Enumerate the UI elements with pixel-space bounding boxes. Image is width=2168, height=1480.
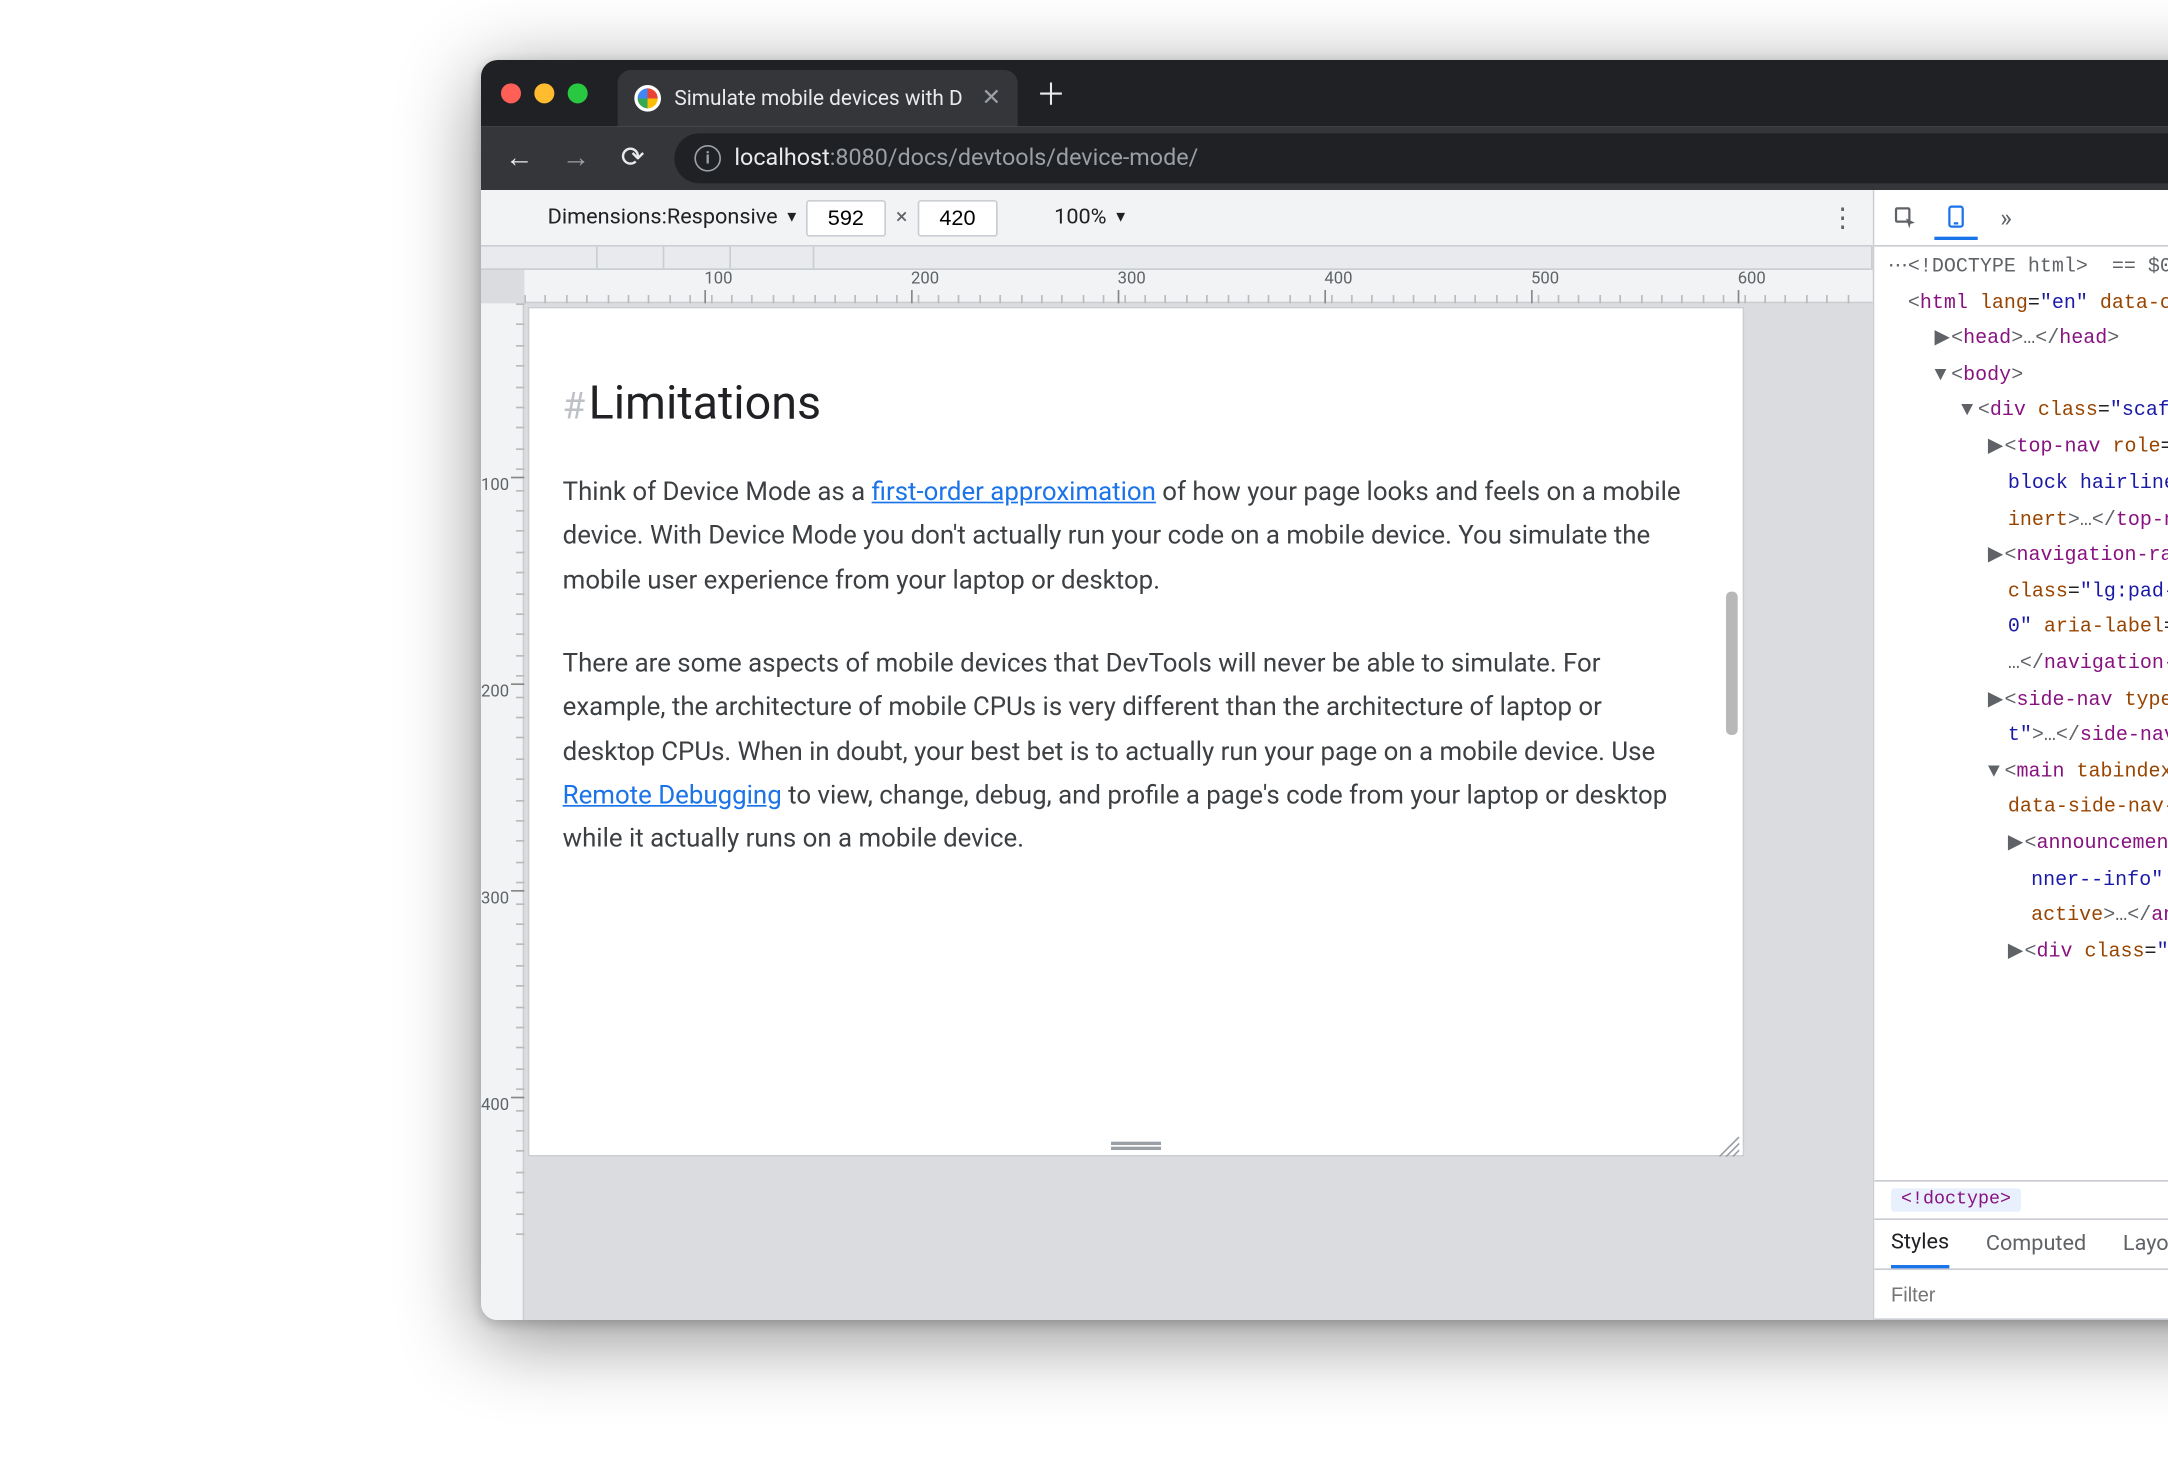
- page-heading: #Limitations: [563, 375, 1693, 430]
- new-tab-button[interactable]: ＋: [1028, 70, 1075, 117]
- page-paragraph: Think of Device Mode as a first-order ap…: [563, 470, 1693, 602]
- close-tab-icon[interactable]: ✕: [981, 85, 1001, 112]
- breadcrumb-item[interactable]: <!doctype>: [1891, 1188, 2021, 1211]
- more-tabs-icon[interactable]: »: [1984, 196, 2027, 239]
- resize-handle-corner-icon[interactable]: [1719, 1132, 1739, 1152]
- tab-styles[interactable]: Styles: [1891, 1220, 1949, 1268]
- resize-handle-bottom-icon[interactable]: [1111, 1142, 1161, 1149]
- window-controls: [501, 83, 588, 103]
- forward-button[interactable]: →: [551, 133, 601, 183]
- scrollbar-thumb[interactable]: [1726, 592, 1738, 735]
- browser-window: Simulate mobile devices with D ✕ ＋ ⌄ ← →…: [481, 60, 2168, 1320]
- address-bar[interactable]: i localhost:8080/docs/devtools/device-mo…: [674, 133, 2168, 183]
- site-info-icon[interactable]: i: [694, 145, 721, 172]
- dom-tree[interactable]: ⋯<!DOCTYPE html> == $0 <html lang="en" d…: [1874, 247, 2168, 1180]
- devtools-toolbar: » ⋮ ✕: [1874, 190, 2168, 247]
- tab-computed[interactable]: Computed: [1986, 1220, 2086, 1268]
- filter-input[interactable]: [1874, 1270, 2057, 1318]
- page-paragraph: There are some aspects of mobile devices…: [563, 642, 1693, 862]
- simulated-page[interactable]: #Limitations Think of Device Mode as a f…: [528, 307, 1745, 1157]
- height-input[interactable]: [917, 199, 997, 236]
- fullscreen-window-icon[interactable]: [568, 83, 588, 103]
- close-window-icon[interactable]: [501, 83, 521, 103]
- dimensions-preset-select[interactable]: Responsive▼: [667, 205, 799, 230]
- zoom-select[interactable]: 100%▼: [1054, 205, 1128, 230]
- reload-button[interactable]: ⟳: [608, 133, 658, 183]
- tab-layout[interactable]: Layout: [2123, 1220, 2168, 1268]
- inspect-element-icon[interactable]: [1884, 196, 1927, 239]
- dropdown-icon: ▼: [784, 208, 799, 226]
- url-toolbar: ← → ⟳ i localhost:8080/docs/devtools/dev…: [481, 127, 2168, 190]
- tab-title: Simulate mobile devices with D: [674, 86, 968, 111]
- horizontal-ruler: 100 200 300 400 500 600: [524, 270, 1872, 303]
- styles-tab-bar: Styles Computed Layout »: [1874, 1220, 2168, 1270]
- device-toggle-icon[interactable]: [1934, 196, 1977, 239]
- device-mode-panel: Dimensions: Responsive▼ × 100%▼ ⋮ 100 20…: [481, 190, 1874, 1320]
- approximation-link[interactable]: first-order approximation: [872, 477, 1156, 507]
- dimension-separator: ×: [896, 205, 908, 230]
- vertical-ruler: 100 200 300 400: [481, 303, 524, 1320]
- width-input[interactable]: [806, 199, 886, 236]
- device-toolbar: Dimensions: Responsive▼ × 100%▼ ⋮: [481, 190, 1873, 247]
- dropdown-icon: ▼: [1113, 208, 1128, 226]
- dimensions-label: Dimensions:: [548, 205, 667, 230]
- chrome-favicon-icon: [634, 85, 661, 112]
- media-query-bar[interactable]: [481, 247, 1873, 270]
- device-mode-more-icon[interactable]: ⋮: [1829, 202, 1856, 234]
- breadcrumb[interactable]: <!doctype>: [1874, 1180, 2168, 1220]
- remote-debugging-link[interactable]: Remote Debugging: [563, 780, 782, 810]
- tab-strip: Simulate mobile devices with D ✕ ＋ ⌄: [481, 60, 2168, 127]
- url-text: localhost:8080/docs/devtools/device-mode…: [734, 145, 1198, 172]
- devtools-panel: » ⋮ ✕ ⋯<!DOCTYPE html> == $0 <html lang=…: [1874, 190, 2168, 1320]
- minimize-window-icon[interactable]: [534, 83, 554, 103]
- back-button[interactable]: ←: [494, 133, 544, 183]
- viewport-stage: 100 200 300 400 500 600 100 200 300 400 …: [481, 270, 1873, 1320]
- styles-filter-bar: :hov .cls ＋: [1874, 1270, 2168, 1320]
- browser-tab[interactable]: Simulate mobile devices with D ✕: [618, 70, 1018, 127]
